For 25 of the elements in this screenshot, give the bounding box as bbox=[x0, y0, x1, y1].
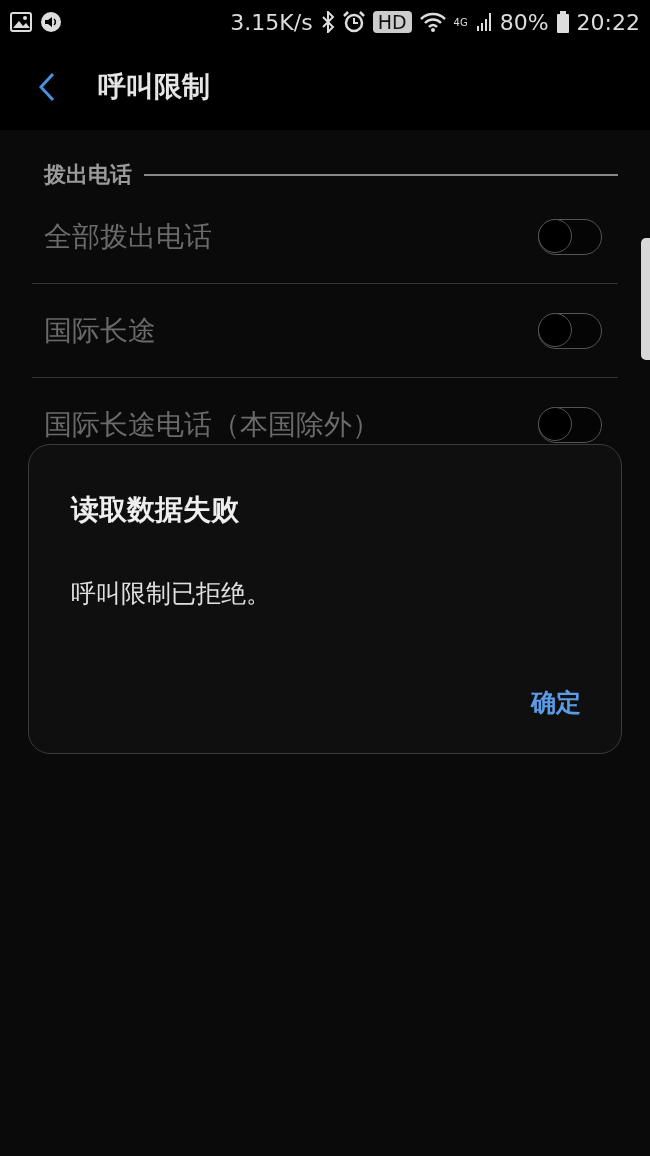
alarm-icon bbox=[342, 11, 365, 33]
toggle-switch[interactable] bbox=[538, 406, 602, 443]
volume-icon bbox=[40, 11, 62, 33]
battery-percent: 80% bbox=[499, 9, 549, 35]
screen-title: 呼叫限制 bbox=[98, 69, 210, 105]
scrollbar[interactable] bbox=[641, 238, 650, 360]
dialog-title: 读取数据失败 bbox=[71, 492, 240, 528]
clock: 20:22 bbox=[576, 9, 640, 35]
network-type: 4G bbox=[453, 16, 468, 28]
signal-icon bbox=[475, 11, 492, 33]
setting-label: 国际长途 bbox=[44, 312, 156, 349]
back-icon[interactable] bbox=[38, 72, 56, 102]
image-icon bbox=[10, 12, 32, 32]
wifi-icon bbox=[419, 11, 446, 33]
ok-button[interactable]: 确定 bbox=[531, 682, 581, 723]
section-header: 拨出电话 bbox=[44, 161, 132, 189]
bluetooth-icon bbox=[320, 11, 335, 33]
network-speed: 3.15K/s bbox=[230, 9, 313, 35]
dialog-message: 呼叫限制已拒绝。 bbox=[71, 578, 272, 610]
toggle-switch[interactable] bbox=[538, 218, 602, 255]
hd-badge: HD bbox=[372, 11, 412, 33]
toggle-switch[interactable] bbox=[538, 312, 602, 349]
setting-label: 全部拨出电话 bbox=[44, 218, 212, 255]
setting-label: 国际长途电话（本国除外） bbox=[44, 406, 380, 443]
battery-icon bbox=[556, 11, 569, 33]
